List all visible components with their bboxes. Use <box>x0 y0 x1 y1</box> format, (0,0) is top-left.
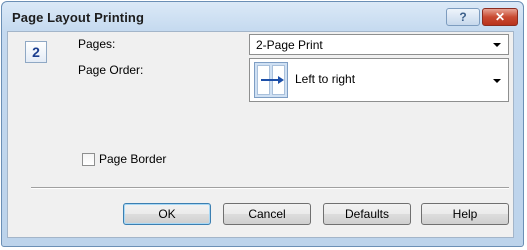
dialog-title: Page Layout Printing <box>12 10 145 25</box>
help-button[interactable]: Help <box>421 203 509 225</box>
separator <box>31 187 509 189</box>
close-icon: ✕ <box>494 10 506 24</box>
page-border-checkbox[interactable] <box>82 153 95 166</box>
left-to-right-order-icon <box>254 62 288 98</box>
question-mark-icon: ? <box>459 10 467 24</box>
title-bar[interactable]: Page Layout Printing ? ✕ <box>2 2 523 34</box>
page-order-dropdown-value: Left to right <box>295 72 356 86</box>
defaults-button[interactable]: Defaults <box>323 203 411 225</box>
two-page-icon: 2 <box>25 41 47 63</box>
chevron-down-icon <box>493 79 501 83</box>
page-order-label: Page Order: <box>78 63 144 77</box>
title-close-button[interactable]: ✕ <box>482 8 518 26</box>
pages-label: Pages: <box>78 37 116 51</box>
page-order-dropdown[interactable]: Left to right <box>249 58 509 102</box>
pages-dropdown-value: 2-Page Print <box>256 38 323 52</box>
page-border-label[interactable]: Page Border <box>99 152 166 166</box>
chevron-down-icon <box>493 43 501 47</box>
ok-button[interactable]: OK <box>123 203 211 225</box>
title-help-button[interactable]: ? <box>446 8 480 26</box>
pages-dropdown[interactable]: 2-Page Print <box>249 34 509 55</box>
cancel-button[interactable]: Cancel <box>223 203 311 225</box>
